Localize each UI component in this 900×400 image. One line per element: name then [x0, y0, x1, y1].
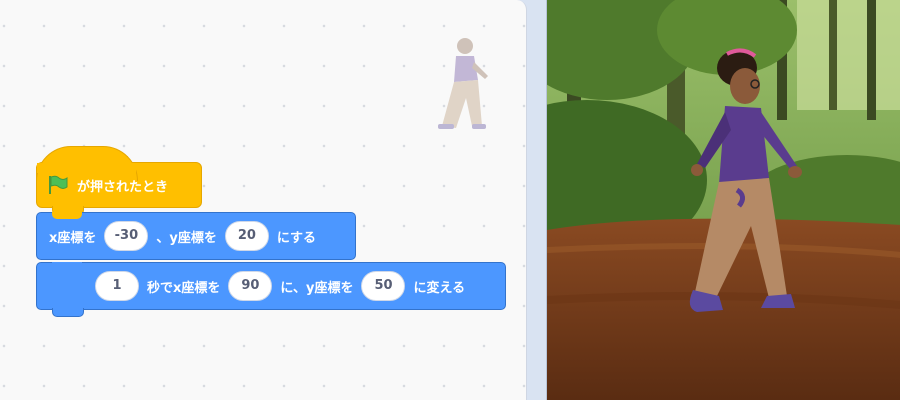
- glide-x-input[interactable]: 90: [228, 271, 273, 301]
- go-to-y-input[interactable]: 20: [224, 221, 269, 251]
- go-to-x-input[interactable]: -30: [104, 221, 149, 251]
- block-notch-top: [52, 262, 82, 269]
- glide-seconds-input[interactable]: 1: [95, 271, 139, 301]
- sprite-thumbnail-ghost: [438, 38, 488, 129]
- glide-y-input[interactable]: 50: [361, 271, 406, 301]
- stage[interactable]: [546, 0, 900, 400]
- green-flag-icon: [49, 175, 68, 194]
- glide-part1: 秒でx座標を: [147, 280, 221, 296]
- go-to-xy-middle: 、y座標を: [156, 230, 217, 246]
- glide-to-xy-block[interactable]: 1 秒でx座標を 90 に、y座標を 50 に変える: [36, 262, 506, 317]
- go-to-xy-suffix: にする: [276, 230, 317, 246]
- code-workspace[interactable]: が押されたとき x座標を -30 、y座標を 20 にする 1 秒でx座標を 9…: [0, 0, 527, 400]
- when-flag-clicked-block[interactable]: が押されたとき: [36, 146, 202, 215]
- hat-block-label: が押されたとき: [77, 179, 169, 195]
- block-notch: [52, 308, 84, 317]
- sprite-character[interactable]: [657, 46, 807, 321]
- block-notch-top: [52, 212, 82, 219]
- go-to-xy-prefix: x座標を: [49, 230, 97, 246]
- glide-suffix: に変える: [413, 280, 466, 296]
- glide-part2: に、y座標を: [280, 280, 354, 296]
- go-to-xy-block[interactable]: x座標を -30 、y座標を 20 にする: [36, 212, 356, 260]
